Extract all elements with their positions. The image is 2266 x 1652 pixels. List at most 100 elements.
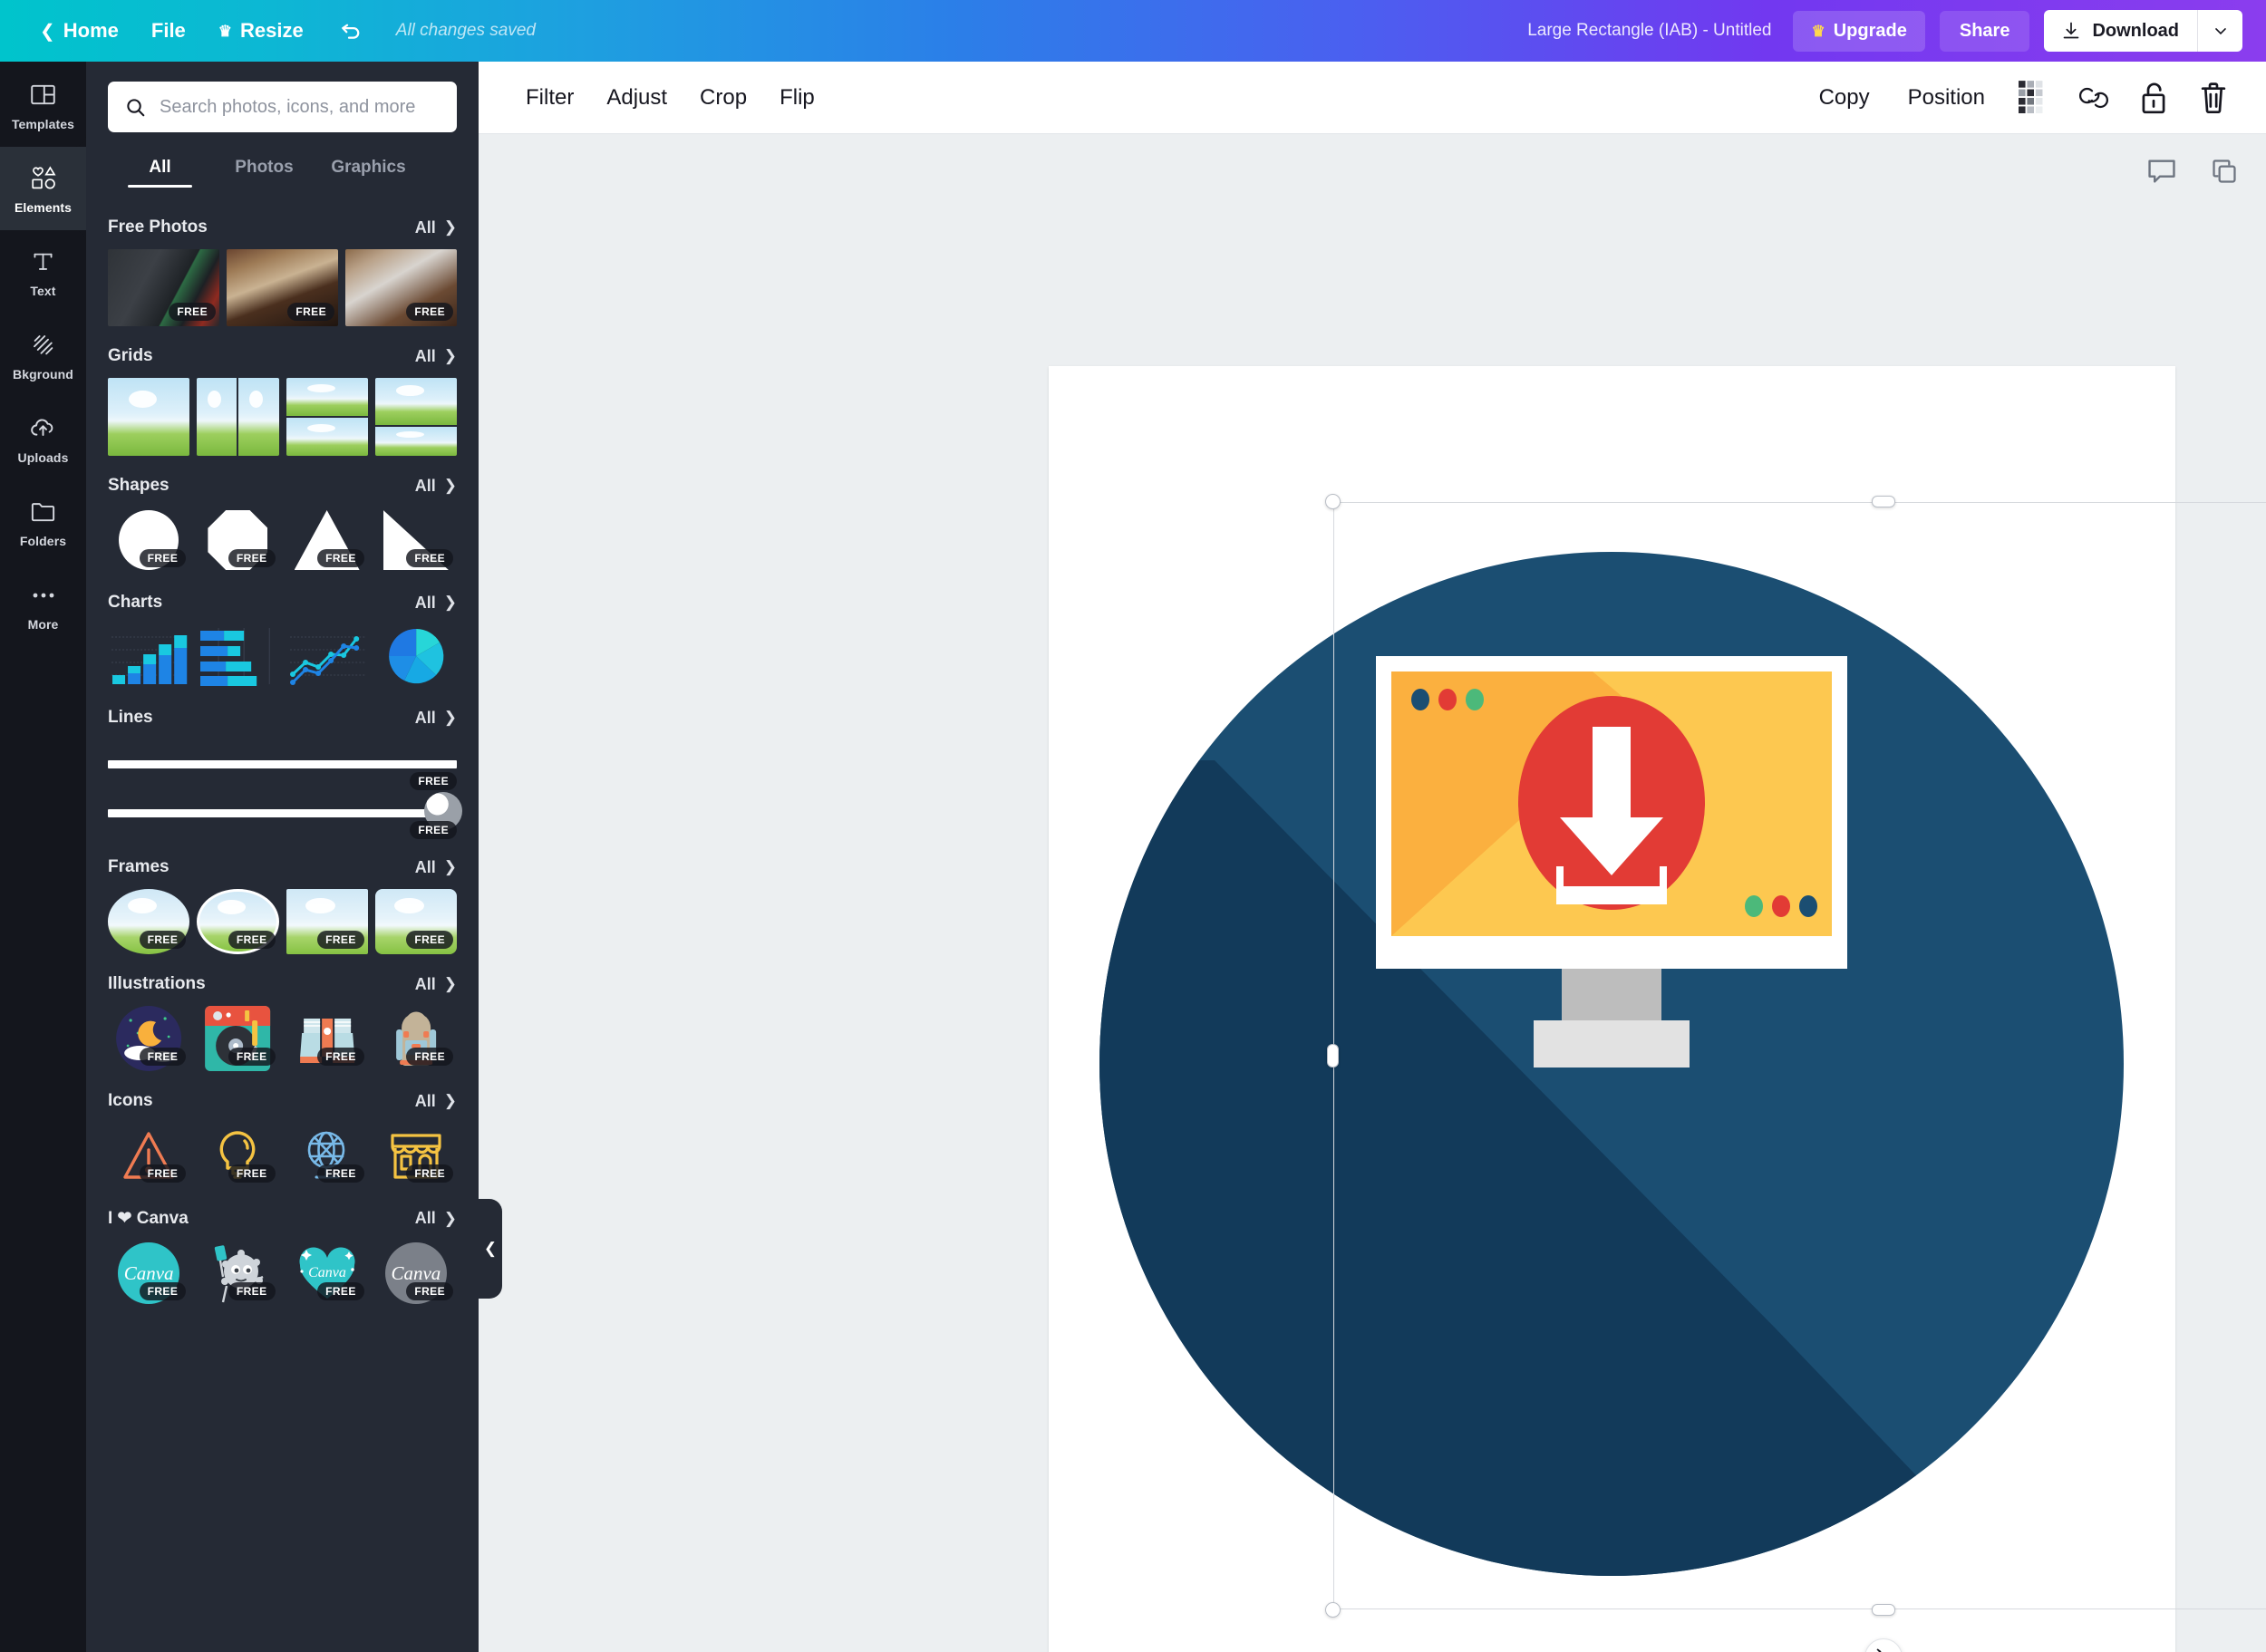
sidebar-item-more[interactable]: More	[0, 564, 86, 647]
sidebar-item-uploads[interactable]: Uploads	[0, 397, 86, 480]
illustration-backpack[interactable]: FREE	[375, 1006, 457, 1071]
background-icon	[30, 330, 57, 361]
section-icons: Icons All ❯ FREE FREE FREE FREE	[86, 1091, 479, 1188]
section-all-link-frames[interactable]: All ❯	[415, 858, 457, 877]
home-button[interactable]: ❮ Home	[24, 12, 135, 50]
trash-icon	[2201, 82, 2226, 113]
text-icon	[30, 246, 56, 277]
section-all-link-shapes[interactable]: All ❯	[415, 477, 457, 496]
chart-line-thumb[interactable]	[286, 624, 368, 688]
sidebar-item-background[interactable]: Bkground	[0, 314, 86, 397]
grid-thumb[interactable]	[108, 378, 190, 456]
link-button[interactable]	[2067, 73, 2121, 122]
section-i-love-canva: I ❤ Canva All ❯ Canva FREE FREE Canva FR…	[86, 1208, 479, 1306]
section-lines: Lines All ❯ FREE FREE	[86, 708, 479, 839]
frame-circle[interactable]: FREE	[108, 889, 190, 954]
crop-button[interactable]: Crop	[683, 76, 763, 120]
undo-button[interactable]	[320, 10, 383, 52]
free-badge: FREE	[317, 549, 364, 567]
selection-handle-top[interactable]	[1871, 496, 1895, 507]
position-button[interactable]: Position	[1892, 76, 2001, 120]
photo-thumb[interactable]: FREE	[108, 249, 219, 326]
illustration-moon-night[interactable]: FREE	[108, 1006, 189, 1071]
download-options-caret[interactable]	[2197, 10, 2242, 52]
lock-button[interactable]	[2126, 73, 2181, 122]
section-charts: Charts All ❯	[86, 593, 479, 688]
upgrade-button[interactable]: ♛ Upgrade	[1793, 10, 1925, 52]
illustration-turntable[interactable]: FREE	[197, 1006, 278, 1071]
canva-mascot-fuzzy[interactable]: FREE	[197, 1241, 278, 1306]
section-all-link-illustrations[interactable]: All ❯	[415, 975, 457, 994]
section-title: Icons	[108, 1091, 153, 1110]
shape-right-triangle[interactable]: FREE	[375, 507, 457, 573]
frame-circle-outline[interactable]: FREE	[197, 889, 279, 954]
chart-bar-thumb[interactable]	[108, 624, 189, 688]
shape-circle[interactable]: FREE	[108, 507, 189, 573]
canva-badge-teal[interactable]: Canva FREE	[108, 1241, 189, 1306]
tab-graphics[interactable]: Graphics	[316, 147, 421, 188]
shape-triangle[interactable]: FREE	[286, 507, 368, 573]
design-page[interactable]	[1049, 366, 2175, 1652]
chevron-right-icon: ❯	[443, 477, 457, 494]
chart-hbar-thumb[interactable]	[197, 624, 278, 688]
free-badge: FREE	[169, 303, 216, 321]
selection-handle-top-left[interactable]	[1325, 494, 1341, 509]
illustration-binoculars[interactable]: FREE	[286, 1006, 368, 1071]
share-button[interactable]: Share	[1939, 10, 2030, 52]
panel-collapse-button[interactable]: ❮	[479, 1199, 502, 1299]
grid-thumb[interactable]	[197, 378, 279, 456]
transparency-button[interactable]	[2007, 73, 2061, 122]
flip-button[interactable]: Flip	[763, 76, 831, 120]
top-bar-right: Large Rectangle (IAB) - Untitled ♛ Upgra…	[1527, 10, 2266, 52]
delete-button[interactable]	[2186, 73, 2241, 122]
selection-handle-left[interactable]	[1327, 1044, 1339, 1068]
panel-scroll-area[interactable]: Free Photos All ❯ FREE FREE FREE Grids A…	[86, 198, 479, 1652]
tab-photos[interactable]: Photos	[212, 147, 316, 188]
section-all-link-icons[interactable]: All ❯	[415, 1092, 457, 1111]
section-grids: Grids All ❯	[86, 346, 479, 456]
section-all-link-canva[interactable]: All ❯	[415, 1209, 457, 1228]
icon-warning-triangle[interactable]: FREE	[108, 1123, 189, 1188]
search-box[interactable]	[108, 82, 457, 132]
comment-button[interactable]	[2146, 157, 2177, 190]
section-all-link-charts[interactable]: All ❯	[415, 594, 457, 613]
download-button[interactable]: Download	[2044, 10, 2197, 52]
line-with-knob[interactable]: FREE	[108, 788, 462, 839]
canva-heart[interactable]: Canva FREE	[286, 1241, 368, 1306]
search-input[interactable]	[160, 96, 441, 118]
photo-thumb[interactable]: FREE	[227, 249, 338, 326]
selection-handle-bottom-left[interactable]	[1325, 1602, 1341, 1618]
canva-badge-gray[interactable]: Canva FREE	[375, 1241, 457, 1306]
chart-pie-thumb[interactable]	[375, 624, 457, 688]
free-badge: FREE	[410, 821, 457, 839]
section-all-link-lines[interactable]: All ❯	[415, 709, 457, 728]
line-plain[interactable]: FREE	[108, 739, 457, 790]
icon-storefront[interactable]: FREE	[375, 1123, 457, 1188]
grid-thumb[interactable]	[286, 378, 368, 456]
section-all-link-grids[interactable]: All ❯	[415, 347, 457, 366]
link-icon	[2078, 87, 2109, 108]
copy-button[interactable]: Copy	[1803, 76, 1886, 120]
photo-thumb[interactable]: FREE	[345, 249, 457, 326]
grid-thumb[interactable]	[374, 378, 457, 456]
sidebar-item-text[interactable]: Text	[0, 230, 86, 314]
shape-octagon[interactable]: FREE	[197, 507, 278, 573]
download-illustration[interactable]	[1049, 366, 2175, 1652]
file-menu-button[interactable]: File	[135, 12, 202, 50]
frame-square[interactable]: FREE	[286, 889, 368, 954]
duplicate-page-button[interactable]	[2210, 157, 2239, 190]
icon-lightbulb[interactable]: FREE	[197, 1123, 278, 1188]
frame-rounded[interactable]: FREE	[374, 889, 457, 954]
sidebar-item-folders[interactable]: Folders	[0, 480, 86, 564]
share-label: Share	[1959, 20, 2010, 41]
filter-button[interactable]: Filter	[509, 76, 590, 120]
selection-handle-bottom[interactable]	[1871, 1604, 1895, 1616]
canvas-area[interactable]	[479, 134, 2266, 1652]
adjust-button[interactable]: Adjust	[590, 76, 683, 120]
sidebar-item-elements[interactable]: Elements	[0, 134, 86, 243]
tab-all[interactable]: All	[108, 147, 212, 188]
free-badge: FREE	[317, 1282, 364, 1300]
icon-globe[interactable]: FREE	[286, 1123, 368, 1188]
resize-button[interactable]: ♛ Resize	[202, 12, 320, 50]
section-all-link-free-photos[interactable]: All ❯	[415, 218, 457, 237]
